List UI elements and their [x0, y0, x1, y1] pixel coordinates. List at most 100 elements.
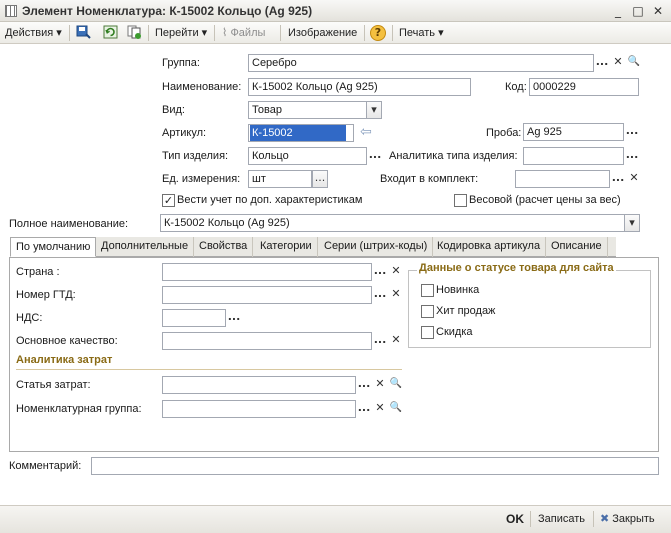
close-window-button[interactable]: ✕	[650, 3, 666, 19]
article-field[interactable]: К-15002	[248, 124, 354, 142]
kit-field[interactable]	[515, 170, 610, 188]
name-field[interactable]: К-15002 Кольцо (Ag 925)	[248, 78, 471, 96]
quality-field[interactable]	[162, 332, 372, 350]
code-field[interactable]: 0000229	[529, 78, 639, 96]
full-name-label: Полное наименование:	[9, 218, 129, 230]
tab-description[interactable]: Описание	[546, 237, 608, 257]
copy-document-icon[interactable]	[126, 25, 143, 41]
unit-label: Ед. измерения:	[162, 173, 241, 185]
assay-field[interactable]: Ag 925	[523, 123, 624, 141]
files-label: Файлы	[230, 27, 266, 39]
group-field[interactable]: Серебро	[248, 54, 594, 72]
clear-icon[interactable]: ✕	[388, 286, 404, 304]
clear-icon[interactable]: ✕	[388, 263, 404, 281]
clear-icon[interactable]: ✕	[610, 54, 626, 72]
clear-icon[interactable]: ✕	[626, 170, 642, 188]
cost-item-label: Статья затрат:	[16, 379, 91, 391]
minimize-button[interactable]: _	[610, 3, 626, 19]
track-chars-label: Вести учет по доп. характеристикам	[177, 194, 363, 206]
full-name-field[interactable]: К-15002 Кольцо (Ag 925)	[160, 214, 625, 232]
ok-button[interactable]: OK	[506, 511, 524, 527]
quality-label: Основное качество:	[16, 335, 118, 347]
comment-label: Комментарий:	[9, 460, 82, 472]
paperclip-icon: ⌇	[222, 26, 228, 39]
unit-field[interactable]: шт	[248, 170, 312, 188]
actions-menu[interactable]: Действия ▾	[5, 25, 62, 41]
section-divider	[16, 369, 402, 370]
weight-label: Весовой (расчет цены за вес)	[469, 194, 621, 206]
tab-article-encoding[interactable]: Кодировка артикула	[432, 237, 547, 257]
search-icon[interactable]: 🔍	[626, 54, 642, 72]
bottom-divider	[593, 511, 594, 527]
country-select-button[interactable]: ...	[372, 263, 388, 281]
tab-default[interactable]: По умолчанию	[10, 237, 97, 257]
save-and-close-icon[interactable]	[75, 25, 92, 41]
search-icon[interactable]: 🔍	[388, 400, 404, 418]
group-select-button[interactable]: ...	[594, 54, 610, 72]
new-item-checkbox[interactable]	[421, 284, 434, 297]
actions-label: Действия	[5, 27, 54, 39]
toolbar-divider	[364, 25, 365, 41]
vat-field[interactable]	[162, 309, 226, 327]
item-type-analytics-label: Аналитика типа изделия:	[389, 150, 518, 162]
help-icon[interactable]: ?	[370, 25, 386, 41]
arrow-left-icon[interactable]: ⇦	[360, 124, 380, 140]
nomenclature-group-select-button[interactable]: ...	[356, 400, 372, 418]
toolbar-divider	[214, 25, 215, 41]
full-name-dropdown-icon[interactable]: ▾	[624, 214, 640, 232]
bestseller-checkbox[interactable]	[421, 305, 434, 318]
close-icon: ✖	[600, 512, 610, 525]
cost-item-field[interactable]	[162, 376, 356, 394]
assay-select-button[interactable]: ...	[624, 123, 640, 141]
article-label: Артикул:	[162, 127, 207, 139]
tab-properties[interactable]: Свойства	[194, 237, 254, 257]
comment-field[interactable]	[91, 457, 659, 475]
clear-icon[interactable]: ✕	[372, 400, 388, 418]
weight-checkbox[interactable]	[454, 194, 467, 207]
gtd-select-button[interactable]: ...	[372, 286, 388, 304]
gtd-field[interactable]	[162, 286, 372, 304]
save-button[interactable]: Записать	[538, 511, 585, 527]
maximize-button[interactable]: □	[630, 3, 646, 19]
files-button[interactable]: ⌇ Файлы	[222, 25, 265, 41]
country-field[interactable]	[162, 263, 372, 281]
item-type-analytics-select-button[interactable]: ...	[624, 147, 640, 165]
close-label: Закрыть	[612, 513, 655, 525]
bestseller-label: Хит продаж	[436, 305, 496, 317]
kit-select-button[interactable]: ...	[610, 170, 626, 188]
print-menu[interactable]: Печать ▾	[399, 25, 444, 41]
item-type-field[interactable]: Кольцо	[248, 147, 367, 165]
search-icon[interactable]: 🔍	[388, 376, 404, 394]
item-type-select-button[interactable]: ...	[367, 147, 383, 165]
cost-item-select-button[interactable]: ...	[356, 376, 372, 394]
chevron-down-icon: ▾	[201, 27, 208, 39]
toolbar-divider	[280, 25, 281, 41]
unit-select-button[interactable]: ...	[312, 170, 328, 188]
group-label: Группа:	[162, 57, 200, 69]
close-button[interactable]: ✖ Закрыть	[600, 511, 655, 527]
tab-series[interactable]: Серии (штрих-коды)	[319, 237, 434, 257]
tab-categories[interactable]: Категории	[255, 237, 318, 257]
refresh-icon[interactable]	[102, 25, 119, 41]
track-chars-checkbox[interactable]: ✓	[162, 194, 175, 207]
nomenclature-group-label: Номенклатурная группа:	[16, 403, 142, 415]
name-label: Наименование:	[162, 81, 242, 93]
toolbar-divider	[148, 25, 149, 41]
kind-dropdown-icon[interactable]: ▾	[366, 101, 382, 119]
clear-icon[interactable]: ✕	[372, 376, 388, 394]
quality-select-button[interactable]: ...	[372, 332, 388, 350]
new-item-label: Новинка	[436, 284, 480, 296]
image-button[interactable]: Изображение	[288, 25, 357, 41]
nomenclature-group-field[interactable]	[162, 400, 356, 418]
clear-icon[interactable]: ✕	[388, 332, 404, 350]
discount-checkbox[interactable]	[421, 326, 434, 339]
item-type-analytics-field[interactable]	[523, 147, 624, 165]
vat-select-button[interactable]: ...	[226, 309, 242, 327]
country-label: Страна :	[16, 266, 60, 278]
vat-label: НДС:	[16, 312, 43, 324]
item-type-label: Тип изделия:	[162, 150, 229, 162]
tab-additional[interactable]: Дополнительные	[96, 237, 195, 257]
assay-label: Проба:	[486, 127, 522, 139]
goto-menu[interactable]: Перейти ▾	[155, 25, 207, 41]
kind-select[interactable]: Товар	[248, 101, 367, 119]
